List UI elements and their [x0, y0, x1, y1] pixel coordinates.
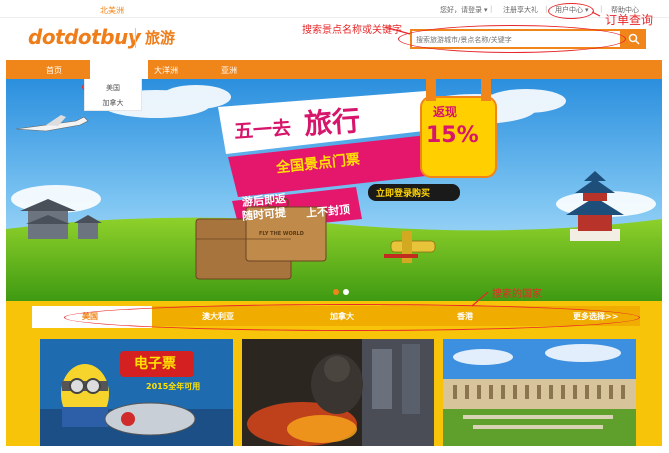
dropdown-item-usa[interactable]: 美国: [85, 83, 141, 93]
cashback-label: 返现: [433, 105, 458, 119]
dropdown-item-canada[interactable]: 加拿大: [85, 98, 141, 108]
divider: |: [600, 5, 603, 13]
nav-active-bg: [90, 60, 148, 79]
nav-item-asia[interactable]: 亚洲: [221, 65, 237, 76]
card-badge: 电子票: [134, 356, 176, 372]
nav-item-home[interactable]: 首页: [46, 65, 62, 76]
nav-item-north-america[interactable]: 北美洲: [100, 5, 124, 16]
annotation-circle-tabs: [64, 304, 640, 331]
card-subtitle: 2015全年可用: [146, 382, 201, 391]
product-card[interactable]: 电子票 2015全年可用: [40, 339, 233, 446]
register-link[interactable]: 注册享大礼: [503, 5, 538, 15]
banner-cta-button[interactable]: 立即登录购买: [376, 186, 430, 199]
banner-headline-part1: 五一去: [233, 117, 292, 143]
card-image-palace: [443, 339, 636, 446]
site-section-title: 旅游: [145, 29, 176, 47]
login-link[interactable]: 您好，请登录 ▾: [440, 5, 488, 15]
chevron-down-icon: ▾: [484, 6, 488, 14]
annotation-circle-search: [398, 25, 626, 53]
divider: |: [545, 5, 548, 13]
nav-item-oceania[interactable]: 大洋洲: [154, 65, 178, 76]
logo-divider: [135, 28, 136, 48]
login-label: 您好，请登录: [440, 6, 482, 14]
suitcase-label: FLY THE WORLD: [259, 231, 304, 237]
logo[interactable]: dotdotbuy: [28, 25, 141, 49]
nav-dropdown: 美国 加拿大: [84, 79, 142, 111]
annotation-order-hint: 订单查询: [605, 13, 654, 27]
annotation-country-hint: 搜索的国家: [492, 289, 542, 300]
product-card[interactable]: [242, 339, 434, 446]
cashback-value: 15%: [426, 123, 479, 148]
page: 您好，请登录 ▾ | 注册享大礼 | 用户中心 ▾ | 帮助中心 dotdotbuy…: [0, 0, 669, 453]
banner-headline-part2: 旅行: [303, 104, 362, 141]
main-nav: 首页 大洋洲 亚洲: [6, 60, 662, 79]
promo-banner[interactable]: 五一去 旅行 全国景点门票 游后即返 随时可提 上不封顶 立即登录购买 返现 1…: [6, 79, 662, 301]
product-card[interactable]: [443, 339, 636, 446]
search-icon: [628, 33, 640, 45]
divider: |: [490, 5, 493, 13]
annotation-search-hint: 搜索景点名称或关键字: [302, 25, 402, 36]
card-image-kong: [242, 339, 434, 446]
annotation-circle-user-center: [548, 3, 594, 19]
